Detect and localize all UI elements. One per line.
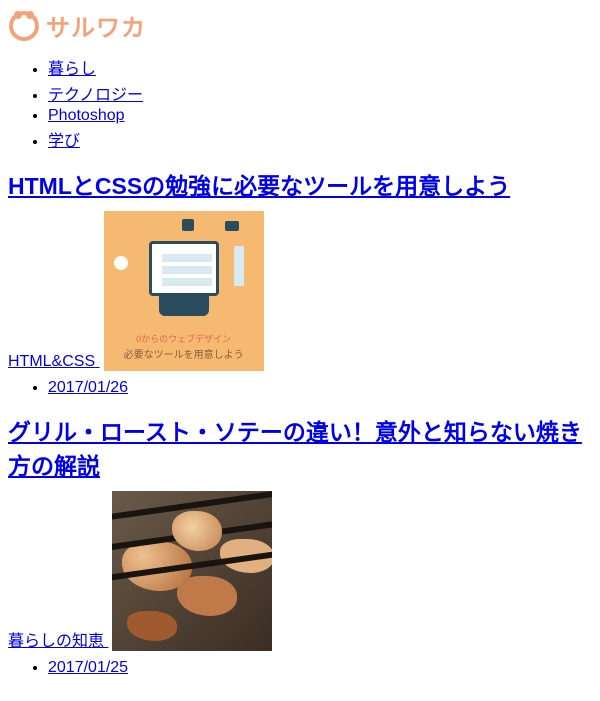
meta-item: 2017/01/25: [48, 659, 592, 677]
article-title: HTMLとCSSの勉強に必要なツールを用意しよう: [8, 167, 592, 201]
nav-link-manabi[interactable]: 学び: [48, 133, 80, 150]
article-thumbnail[interactable]: [112, 491, 272, 651]
article-category-label: 暮らしの知恵: [8, 633, 104, 650]
nav-item: Photoshop: [48, 107, 592, 125]
article-title-link[interactable]: グリル・ロースト・ソテーの違い！意外と知らない焼き方の解説: [8, 419, 582, 479]
article-thumbnail[interactable]: 0からのウェブデザイン 必要なツールを用意しよう: [104, 211, 264, 371]
nav-link-photoshop[interactable]: Photoshop: [48, 107, 125, 124]
article-meta: 2017/01/25: [8, 659, 592, 677]
article-category-label: HTML&CSS: [8, 353, 95, 370]
article-category-link[interactable]: 暮らしの知恵: [8, 633, 108, 650]
article-category-link[interactable]: HTML&CSS: [8, 353, 100, 370]
nav-link-technology[interactable]: テクノロジー: [48, 87, 143, 104]
logo-icon: [8, 10, 40, 42]
site-logo[interactable]: サルワカ: [8, 8, 592, 43]
nav-link-kurashi[interactable]: 暮らし: [48, 61, 96, 78]
main-nav: 暮らし テクノロジー Photoshop 学び: [8, 55, 592, 151]
article-date-link[interactable]: 2017/01/25: [48, 659, 128, 676]
article-title-link[interactable]: HTMLとCSSの勉強に必要なツールを用意しよう: [8, 173, 510, 199]
article-meta: 2017/01/26: [8, 379, 592, 397]
nav-item: テクノロジー: [48, 81, 592, 105]
article-body: 暮らしの知恵: [8, 491, 592, 651]
thumb-caption-small: 0からのウェブデザイン: [104, 332, 264, 345]
article-title: グリル・ロースト・ソテーの違い！意外と知らない焼き方の解説: [8, 413, 592, 481]
article-date-link[interactable]: 2017/01/26: [48, 379, 128, 396]
logo-text: サルワカ: [46, 8, 146, 43]
thumb-caption-large: 必要なツールを用意しよう: [104, 346, 264, 361]
article-body: HTML&CSS 0からのウェブデザイン 必要なツールを用意しよう: [8, 211, 592, 371]
meta-item: 2017/01/26: [48, 379, 592, 397]
nav-item: 学び: [48, 127, 592, 151]
nav-item: 暮らし: [48, 55, 592, 79]
